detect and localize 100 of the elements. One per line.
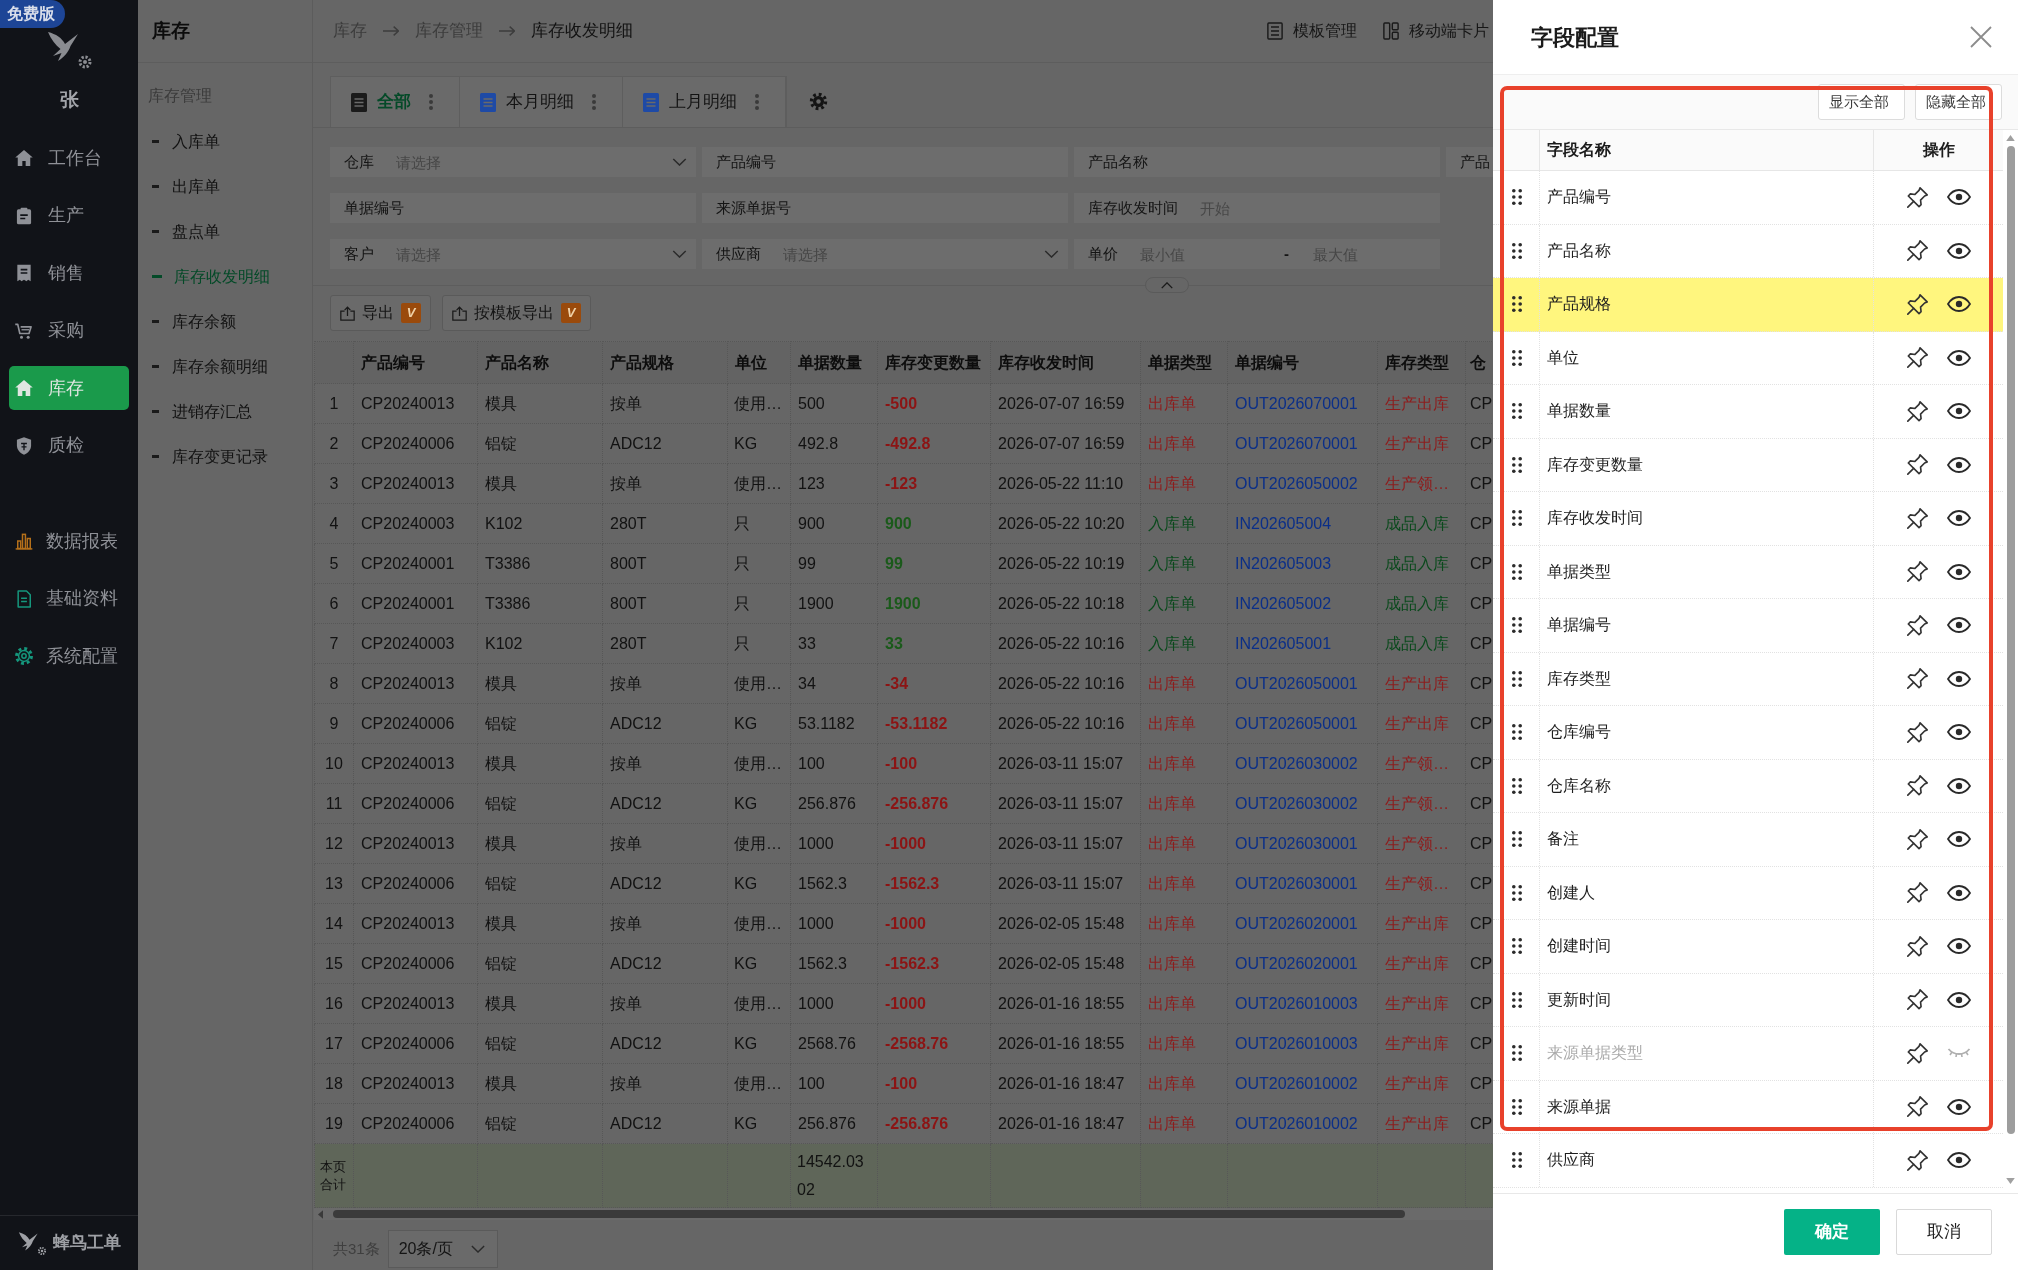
filter-field[interactable]: 产品编号 bbox=[702, 147, 1068, 177]
drag-handle-icon[interactable] bbox=[1512, 831, 1522, 848]
pin-icon[interactable] bbox=[1906, 561, 1928, 583]
collapse-toggle[interactable] bbox=[1145, 277, 1189, 293]
cancel-button[interactable]: 取消 bbox=[1896, 1209, 1992, 1255]
pin-icon[interactable] bbox=[1906, 293, 1928, 315]
eye-icon[interactable] bbox=[1946, 777, 1971, 794]
pin-icon[interactable] bbox=[1906, 347, 1928, 369]
drag-handle-icon[interactable] bbox=[1512, 456, 1522, 473]
pin-icon[interactable] bbox=[1906, 668, 1928, 690]
eye-icon[interactable] bbox=[1946, 617, 1971, 634]
field-name: 单据数量 bbox=[1547, 401, 1611, 422]
pin-icon[interactable] bbox=[1906, 507, 1928, 529]
page-size-select[interactable]: 20条/页 bbox=[387, 1230, 498, 1268]
eye-icon[interactable] bbox=[1946, 189, 1971, 206]
submenu-item[interactable]: 出库单 bbox=[138, 164, 312, 209]
eye-icon[interactable] bbox=[1946, 296, 1971, 313]
eye-icon[interactable] bbox=[1946, 670, 1971, 687]
nav-item[interactable]: 库存 bbox=[9, 366, 129, 410]
pin-icon[interactable] bbox=[1906, 240, 1928, 262]
triangle-down-icon[interactable] bbox=[2006, 1178, 2015, 1184]
submenu-item[interactable]: 入库单 bbox=[138, 119, 312, 164]
view-tab[interactable]: 本月明细 bbox=[460, 77, 623, 127]
pin-icon[interactable] bbox=[1906, 400, 1928, 422]
close-icon[interactable] bbox=[1970, 26, 1992, 48]
pin-icon[interactable] bbox=[1906, 989, 1928, 1011]
drag-handle-icon[interactable] bbox=[1512, 242, 1522, 259]
pin-icon[interactable] bbox=[1906, 882, 1928, 904]
drag-handle-icon[interactable] bbox=[1512, 1045, 1522, 1062]
pin-icon[interactable] bbox=[1906, 186, 1928, 208]
table-cell: K102 bbox=[477, 503, 603, 544]
pin-icon[interactable] bbox=[1906, 614, 1928, 636]
drag-handle-icon[interactable] bbox=[1512, 938, 1522, 955]
submenu-item[interactable]: 进销存汇总 bbox=[138, 389, 312, 434]
drag-handle-icon[interactable] bbox=[1512, 349, 1522, 366]
toolbar-link[interactable]: 模板管理 bbox=[1267, 19, 1357, 43]
nav-item[interactable]: 基础资料 bbox=[9, 576, 129, 621]
submenu-item[interactable]: 库存变更记录 bbox=[138, 434, 312, 479]
nav-item[interactable]: 采购 bbox=[9, 308, 129, 353]
drag-handle-icon[interactable] bbox=[1512, 403, 1522, 420]
drag-handle-icon[interactable] bbox=[1512, 617, 1522, 634]
eye-icon[interactable] bbox=[1946, 1152, 1971, 1169]
confirm-button[interactable]: 确定 bbox=[1784, 1209, 1880, 1255]
view-tab[interactable]: 全部 bbox=[331, 77, 460, 127]
export-button[interactable]: 按模板导出 V bbox=[442, 295, 591, 331]
eye-icon[interactable] bbox=[1946, 403, 1971, 420]
eye-icon[interactable] bbox=[1946, 349, 1971, 366]
eye-icon[interactable] bbox=[1946, 991, 1971, 1008]
drag-handle-icon[interactable] bbox=[1512, 510, 1522, 527]
eye-icon[interactable] bbox=[1946, 884, 1971, 901]
scrollbar-thumb[interactable] bbox=[2006, 146, 2015, 1134]
nav-item[interactable]: 销售 bbox=[9, 251, 129, 295]
drag-handle-icon[interactable] bbox=[1512, 296, 1522, 313]
submenu-item[interactable]: 库存余额明细 bbox=[138, 344, 312, 389]
submenu-item[interactable]: 盘点单 bbox=[138, 209, 312, 254]
drag-handle-icon[interactable] bbox=[1512, 189, 1522, 206]
eye-icon[interactable] bbox=[1946, 456, 1971, 473]
pin-icon[interactable] bbox=[1906, 1149, 1928, 1171]
field-name: 产品规格 bbox=[1547, 294, 1611, 315]
filter-field[interactable]: 来源单据号 bbox=[702, 193, 1068, 223]
drag-handle-icon[interactable] bbox=[1512, 563, 1522, 580]
drag-handle-icon[interactable] bbox=[1512, 884, 1522, 901]
pin-icon[interactable] bbox=[1906, 454, 1928, 476]
triangle-up-icon[interactable] bbox=[2006, 135, 2015, 141]
scrollbar-thumb[interactable] bbox=[333, 1210, 1405, 1218]
view-tab[interactable]: 上月明细 bbox=[623, 77, 786, 127]
table-cell: -492.8 bbox=[877, 423, 991, 464]
drag-handle-icon[interactable] bbox=[1512, 1152, 1522, 1169]
toolbar-link[interactable]: 移动端卡片 bbox=[1383, 19, 1489, 43]
pin-icon[interactable] bbox=[1906, 1096, 1928, 1118]
pin-icon[interactable] bbox=[1906, 1042, 1928, 1064]
filter-field[interactable]: 产品 bbox=[1446, 147, 1493, 177]
drag-handle-icon[interactable] bbox=[1512, 670, 1522, 687]
eye-icon[interactable] bbox=[1946, 938, 1971, 955]
eye-icon[interactable] bbox=[1946, 831, 1971, 848]
nav-item[interactable]: 数据报表 bbox=[9, 519, 129, 563]
nav-item[interactable]: 系统配置 bbox=[9, 634, 129, 678]
export-button[interactable]: 导出 V bbox=[330, 295, 431, 331]
pin-icon[interactable] bbox=[1906, 935, 1928, 957]
submenu-item[interactable]: 库存余额 bbox=[138, 299, 312, 344]
nav-item[interactable]: 生产 bbox=[9, 193, 129, 238]
nav-item[interactable]: 质检 bbox=[9, 423, 129, 468]
pin-icon[interactable] bbox=[1906, 721, 1928, 743]
submenu-item[interactable]: 库存收发明细 bbox=[138, 254, 312, 299]
pin-icon[interactable] bbox=[1906, 828, 1928, 850]
filter-field[interactable]: 单据编号 bbox=[330, 193, 696, 223]
pin-icon[interactable] bbox=[1906, 775, 1928, 797]
settings-icon[interactable] bbox=[809, 92, 828, 111]
drag-handle-icon[interactable] bbox=[1512, 724, 1522, 741]
drag-handle-icon[interactable] bbox=[1512, 1098, 1522, 1115]
filter-field[interactable]: 产品名称 bbox=[1074, 147, 1440, 177]
drag-handle-icon[interactable] bbox=[1512, 777, 1522, 794]
eye-icon[interactable] bbox=[1946, 1098, 1971, 1115]
nav-item[interactable]: 工作台 bbox=[9, 136, 129, 180]
eye-icon[interactable] bbox=[1946, 242, 1971, 259]
eye-icon[interactable] bbox=[1946, 510, 1971, 527]
drag-handle-icon[interactable] bbox=[1512, 991, 1522, 1008]
eye-icon[interactable] bbox=[1946, 724, 1971, 741]
eye-icon[interactable] bbox=[1946, 563, 1971, 580]
table-cell: 模具 bbox=[477, 983, 603, 1024]
